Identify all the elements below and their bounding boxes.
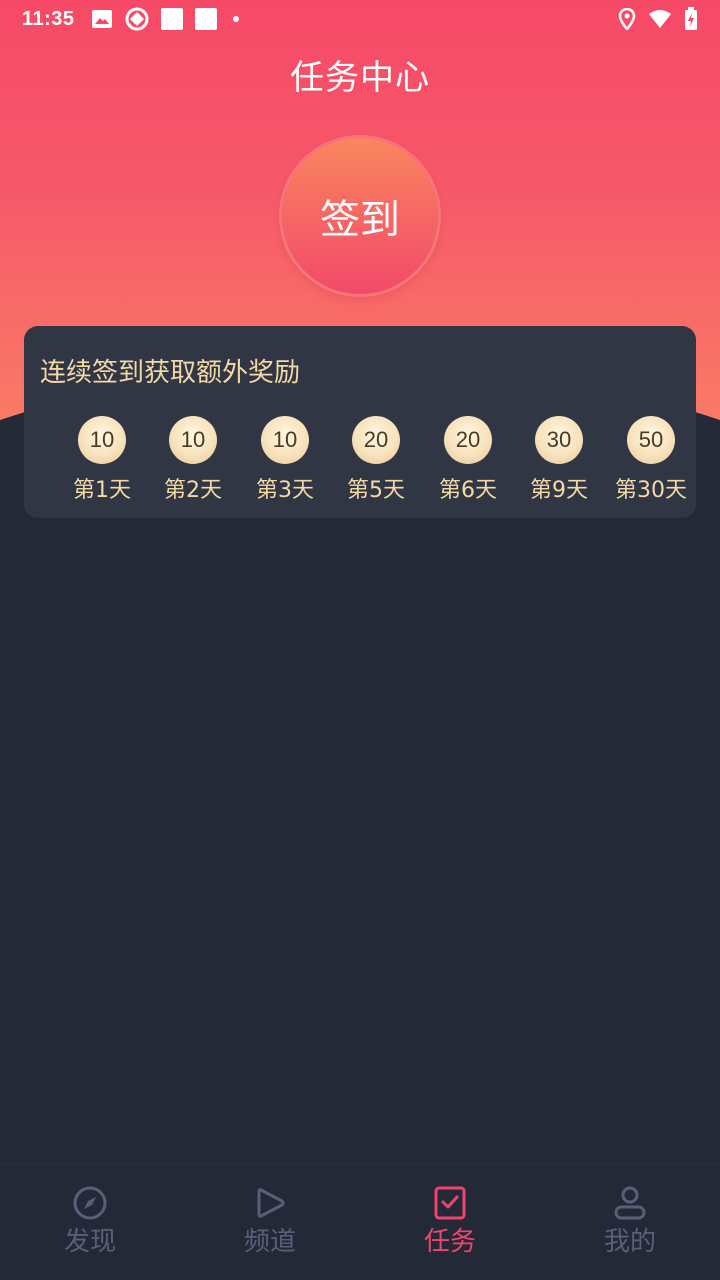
reward-coin: 10 bbox=[78, 416, 126, 464]
app-logo-icon bbox=[125, 7, 149, 31]
compass-icon bbox=[73, 1186, 107, 1220]
image-icon bbox=[91, 10, 112, 28]
reward-card-title: 连续签到获取额外奖励 bbox=[40, 358, 301, 388]
system-icons bbox=[618, 7, 698, 31]
streak-reward-card: 连续签到获取额外奖励 10 第1天 10 第2天 10 第3天 20 第5天 2… bbox=[24, 326, 696, 518]
nav-profile[interactable]: 我的 bbox=[540, 1165, 720, 1280]
reward-day-item: 30 第9天 bbox=[513, 416, 605, 504]
notification-square-icon bbox=[194, 8, 217, 30]
reward-day-item: 20 第6天 bbox=[422, 416, 514, 504]
reward-day-label: 第9天 bbox=[530, 478, 588, 503]
page-title: 任务中心 bbox=[290, 58, 430, 98]
status-time: 11:35 bbox=[22, 7, 75, 30]
reward-day-label: 第2天 bbox=[164, 478, 222, 503]
reward-coin: 10 bbox=[261, 416, 309, 464]
more-notifications-dot-icon bbox=[232, 16, 239, 22]
reward-coin: 20 bbox=[352, 416, 400, 464]
reward-coin: 10 bbox=[169, 416, 217, 464]
play-icon bbox=[257, 1188, 285, 1218]
nav-discover[interactable]: 发现 bbox=[0, 1165, 180, 1280]
nav-label: 任务 bbox=[423, 1227, 476, 1257]
location-icon bbox=[618, 8, 636, 30]
nav-label: 发现 bbox=[63, 1227, 116, 1257]
reward-day-label: 第6天 bbox=[439, 478, 497, 503]
nav-label: 我的 bbox=[603, 1227, 656, 1257]
reward-day-item: 50 第30天 bbox=[605, 416, 697, 504]
reward-coin: 30 bbox=[535, 416, 583, 464]
reward-day-label: 第3天 bbox=[256, 478, 314, 503]
battery-charging-icon bbox=[685, 7, 697, 30]
notification-square-icon bbox=[160, 8, 183, 30]
reward-day-label: 第5天 bbox=[347, 478, 405, 503]
reward-day-label: 第30天 bbox=[615, 478, 687, 503]
person-icon bbox=[614, 1186, 646, 1220]
wifi-icon bbox=[649, 10, 671, 28]
reward-coin: 50 bbox=[627, 416, 675, 464]
nav-tasks[interactable]: 任务 bbox=[360, 1165, 540, 1280]
status-bar: 11:35 bbox=[0, 0, 720, 38]
nav-channels[interactable]: 频道 bbox=[180, 1165, 360, 1280]
notification-icons bbox=[91, 7, 239, 31]
reward-day-item: 20 第5天 bbox=[330, 416, 422, 504]
reward-day-list: 10 第1天 10 第2天 10 第3天 20 第5天 20 第6天 30 第9… bbox=[40, 416, 687, 506]
bottom-navigation: 发现 频道 任务 我的 bbox=[0, 1164, 720, 1280]
nav-label: 频道 bbox=[243, 1227, 296, 1257]
check-in-button[interactable]: 签到 bbox=[282, 138, 438, 294]
reward-day-item: 10 第1天 bbox=[56, 416, 148, 504]
task-check-icon bbox=[434, 1186, 466, 1220]
reward-day-item: 10 第2天 bbox=[147, 416, 239, 504]
reward-day-item: 10 第3天 bbox=[239, 416, 331, 504]
reward-day-label: 第1天 bbox=[73, 478, 131, 503]
reward-coin: 20 bbox=[444, 416, 492, 464]
